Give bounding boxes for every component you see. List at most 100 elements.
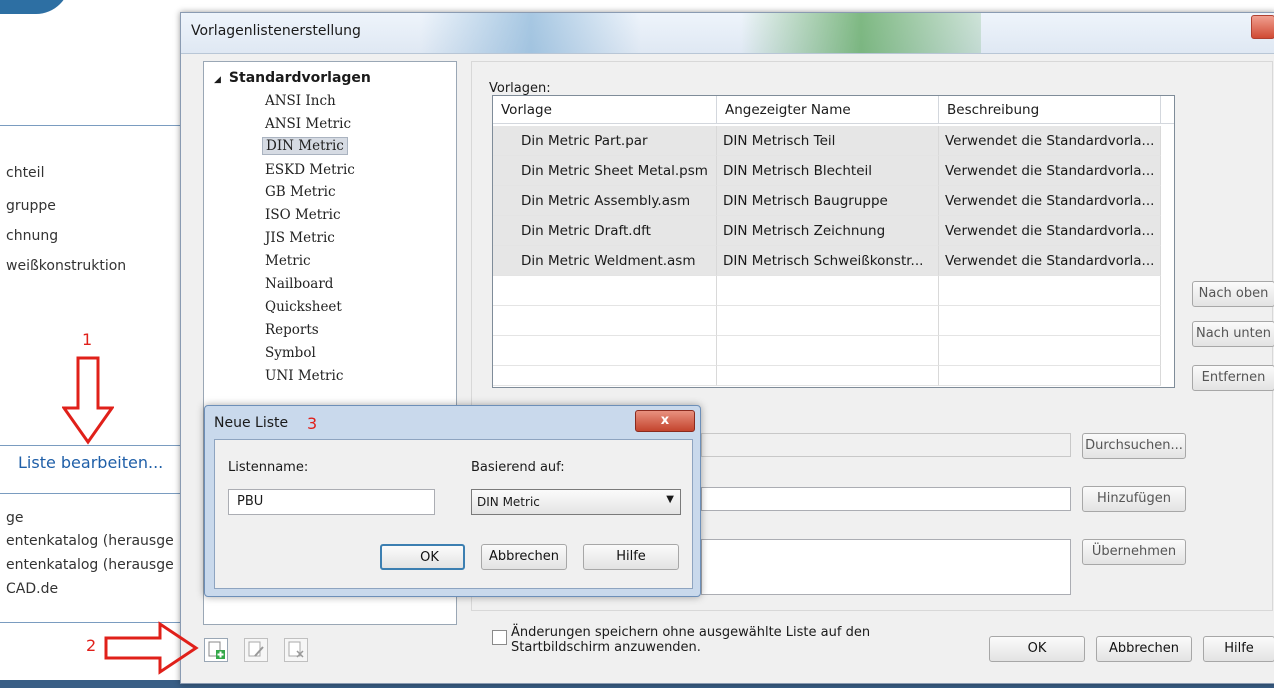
table-cell-empty[interactable] xyxy=(717,336,939,366)
tree-item[interactable]: ISO Metric xyxy=(262,207,344,223)
table-cell-empty[interactable] xyxy=(717,366,939,386)
table-cell[interactable]: Verwendet die Standardvorla... xyxy=(939,246,1161,276)
tree-item[interactable]: JIS Metric xyxy=(262,230,338,246)
templates-table: Vorlage Angezeigter Name Beschreibung Di… xyxy=(492,95,1175,388)
annotation-number-3: 3 xyxy=(307,414,318,433)
bg-list-item[interactable]: chnung xyxy=(6,228,58,244)
based-on-select-value: DIN Metric xyxy=(477,495,540,509)
remove-button[interactable]: Entfernen xyxy=(1192,365,1274,391)
popup-help-button[interactable]: Hilfe xyxy=(583,544,679,570)
table-cell[interactable]: Din Metric Assembly.asm xyxy=(493,186,717,216)
save-checkbox-label: Änderungen speichern ohne ausgewählte Li… xyxy=(511,625,871,655)
tree-item[interactable]: Nailboard xyxy=(262,276,336,292)
move-up-button[interactable]: Nach oben xyxy=(1192,281,1274,307)
display-name-field[interactable] xyxy=(701,487,1071,511)
popup-title: Neue Liste xyxy=(214,415,289,431)
collapse-triangle-icon[interactable]: ◢ xyxy=(214,75,221,85)
column-header[interactable]: Vorlage xyxy=(493,96,717,124)
column-header-filler xyxy=(1161,96,1174,124)
new-list-icon[interactable] xyxy=(204,638,228,662)
table-cell-empty[interactable] xyxy=(493,306,717,336)
annotation-arrow-down xyxy=(62,356,114,445)
tree-item[interactable]: ANSI Inch xyxy=(262,93,339,109)
table-cell[interactable]: Din Metric Draft.dft xyxy=(493,216,717,246)
bg-list-item[interactable]: weißkonstruktion xyxy=(6,258,126,274)
title-decoration xyxy=(421,13,641,53)
popup-ok-button[interactable]: OK xyxy=(380,544,465,570)
column-header[interactable]: Beschreibung xyxy=(939,96,1161,124)
move-down-button[interactable]: Nach unten xyxy=(1192,321,1274,347)
edit-list-icon[interactable] xyxy=(244,638,268,662)
app-logo xyxy=(0,0,70,14)
table-cell[interactable]: DIN Metrisch Schweißkonstr... xyxy=(717,246,939,276)
title-decoration xyxy=(741,13,981,53)
annotation-arrow-right xyxy=(104,621,199,675)
column-header[interactable]: Angezeigter Name xyxy=(717,96,939,124)
table-cell[interactable]: DIN Metrisch Blechteil xyxy=(717,156,939,186)
table-cell-empty[interactable] xyxy=(717,306,939,336)
divider xyxy=(0,493,180,494)
add-button[interactable]: Hinzufügen xyxy=(1082,486,1186,512)
bg-list-item[interactable]: chteil xyxy=(6,165,44,181)
table-cell-empty[interactable] xyxy=(493,366,717,386)
based-on-select[interactable]: DIN Metric ▼ xyxy=(471,489,681,515)
tree-item[interactable]: ANSI Metric xyxy=(262,116,354,132)
tree-item[interactable]: UNI Metric xyxy=(262,368,346,384)
table-cell[interactable]: DIN Metrisch Teil xyxy=(717,126,939,156)
description-field[interactable] xyxy=(701,539,1071,595)
tree-item[interactable]: ESKD Metric xyxy=(262,162,358,178)
dialog-title: Vorlagenlistenerstellung xyxy=(191,23,361,39)
bg-list-item[interactable]: entenkatalog (herausge xyxy=(6,533,174,549)
template-path-field xyxy=(701,433,1071,457)
dialog-titlebar[interactable]: Vorlagenlistenerstellung xyxy=(181,13,1274,54)
table-cell[interactable]: DIN Metrisch Baugruppe xyxy=(717,186,939,216)
table-cell[interactable]: Verwendet die Standardvorla... xyxy=(939,186,1161,216)
popup-body: Listenname: PBU Basierend auf: DIN Metri… xyxy=(214,439,693,589)
help-button[interactable]: Hilfe xyxy=(1203,636,1274,662)
table-cell-empty[interactable] xyxy=(939,276,1161,306)
tree-item-selected[interactable]: DIN Metric xyxy=(262,137,348,155)
close-button[interactable] xyxy=(1251,15,1274,39)
divider xyxy=(0,125,180,126)
save-checkbox[interactable] xyxy=(492,630,507,645)
cancel-button[interactable]: Abbrechen xyxy=(1096,636,1192,662)
table-cell-empty[interactable] xyxy=(939,366,1161,386)
table-cell[interactable]: Verwendet die Standardvorla... xyxy=(939,156,1161,186)
bg-list-item[interactable]: entenkatalog (herausge xyxy=(6,557,174,573)
browse-button[interactable]: Durchsuchen... xyxy=(1082,433,1186,459)
tree-item[interactable]: Metric xyxy=(262,253,314,269)
popup-close-button[interactable]: x xyxy=(635,410,695,432)
tree-item[interactable]: Reports xyxy=(262,322,322,338)
edit-list-link[interactable]: Liste bearbeiten... xyxy=(18,453,163,472)
table-cell-empty[interactable] xyxy=(717,276,939,306)
popup-cancel-button[interactable]: Abbrechen xyxy=(481,544,567,570)
table-cell-empty[interactable] xyxy=(939,336,1161,366)
tree-item[interactable]: Quicksheet xyxy=(262,299,345,315)
table-cell-empty[interactable] xyxy=(493,336,717,366)
table-cell[interactable]: Verwendet die Standardvorla... xyxy=(939,216,1161,246)
close-icon: x xyxy=(660,413,670,428)
table-cell[interactable]: Din Metric Part.par xyxy=(493,126,717,156)
table-cell-empty[interactable] xyxy=(493,276,717,306)
table-cell[interactable]: Verwendet die Standardvorla... xyxy=(939,126,1161,156)
table-cell[interactable]: Din Metric Sheet Metal.psm xyxy=(493,156,717,186)
delete-list-icon[interactable] xyxy=(284,638,308,662)
table-cell[interactable]: DIN Metrisch Zeichnung xyxy=(717,216,939,246)
bg-list-item[interactable]: CAD.de xyxy=(6,581,58,597)
list-name-input[interactable]: PBU xyxy=(228,489,435,515)
tree-item[interactable]: GB Metric xyxy=(262,184,339,200)
table-cell[interactable]: Din Metric Weldment.asm xyxy=(493,246,717,276)
tree-root[interactable]: ◢ Standardvorlagen xyxy=(214,70,371,86)
list-name-label: Listenname: xyxy=(228,460,309,475)
bg-list-item[interactable]: gruppe xyxy=(6,198,56,214)
bg-list-item[interactable]: ge xyxy=(6,510,24,526)
ok-button[interactable]: OK xyxy=(989,636,1085,662)
tree-item[interactable]: Symbol xyxy=(262,345,319,361)
annotation-number-1: 1 xyxy=(82,330,93,349)
table-cell-empty[interactable] xyxy=(939,306,1161,336)
tree-root-label: Standardvorlagen xyxy=(228,70,371,86)
templates-label: Vorlagen: xyxy=(489,81,551,96)
annotation-number-2: 2 xyxy=(86,636,97,655)
based-on-label: Basierend auf: xyxy=(471,460,565,475)
apply-button[interactable]: Übernehmen xyxy=(1082,539,1186,565)
